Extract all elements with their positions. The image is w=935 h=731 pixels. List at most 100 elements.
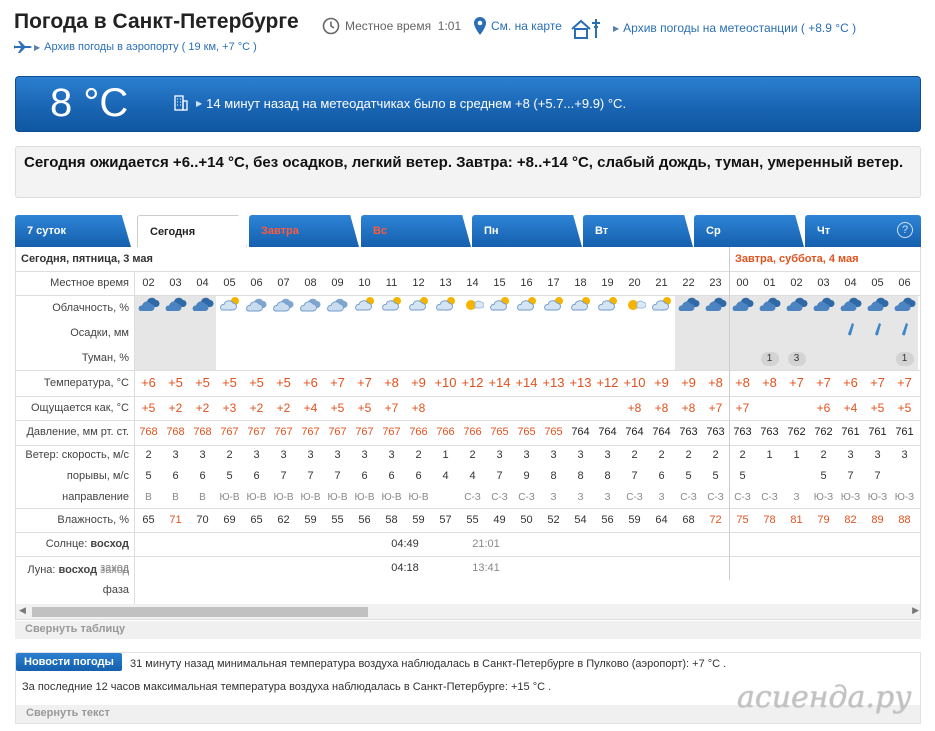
table-cell xyxy=(702,295,729,321)
station-archive-link[interactable]: ▶ Архив погоды на метеостанции ( +8.9 °C… xyxy=(570,17,856,39)
table-cell: 00 xyxy=(736,277,749,289)
table-cell: 3 xyxy=(550,449,557,461)
table-cell: 57 xyxy=(439,514,452,526)
table-cell: +4 xyxy=(303,401,318,415)
table-cell: 89 xyxy=(871,514,884,526)
label-text: Ветер: скорость, м/с xyxy=(25,449,129,461)
row-label: Давление, мм рт. ст. xyxy=(16,420,135,445)
label-text: восход xyxy=(58,564,98,576)
table-cell: +5 xyxy=(168,375,183,390)
news-tag[interactable]: Новости погоды xyxy=(16,653,122,671)
tab-7-days[interactable]: 7 суток xyxy=(15,215,131,247)
table-cell: 3 xyxy=(361,449,368,461)
label-text: Давление, мм рт. ст. xyxy=(26,426,129,438)
table-cell: 2 xyxy=(820,449,827,461)
table-cell: 2 xyxy=(226,449,233,461)
label-text: Облачность, % xyxy=(52,302,129,314)
table-cell: 765 xyxy=(517,426,536,438)
table-cell: 03 xyxy=(169,277,182,289)
table-cell: 05 xyxy=(871,277,884,289)
table-cell: 763 xyxy=(706,426,725,438)
table-cell: 3 xyxy=(577,449,584,461)
table-cell: +2 xyxy=(249,401,264,415)
table-cell: +5 xyxy=(249,375,264,390)
table-cell: +6 xyxy=(816,401,831,415)
table-cell: 767 xyxy=(382,426,401,438)
table-cell: +8 xyxy=(708,375,723,390)
table-cell xyxy=(648,295,675,321)
tab-wednesday[interactable]: Ср xyxy=(694,215,804,247)
tab-monday[interactable]: Пн xyxy=(472,215,582,247)
label-text: Ощущается как, °C xyxy=(30,402,129,414)
moon-times-label: Луна: восход заход xyxy=(16,560,129,580)
table-cell: +12 xyxy=(461,375,484,390)
tab-today[interactable]: Сегодня xyxy=(137,215,247,247)
table-cell xyxy=(432,295,459,321)
airport-archive-link[interactable]: ▶ Архив погоды в аэропорту ( 19 км, +7 °… xyxy=(14,40,257,54)
table-cell: 763 xyxy=(760,426,779,438)
table-cell: 764 xyxy=(598,426,617,438)
table-cell: +8 xyxy=(384,375,399,390)
current-weather-banner: 8 °C ▶ 14 минут назад на метеодатчиках б… xyxy=(15,76,921,132)
table-cell: 764 xyxy=(625,426,644,438)
arrow-right-icon: ▶ xyxy=(196,98,203,108)
sensor-summary-text: 14 минут назад на метеодатчиках было в с… xyxy=(206,95,627,111)
tab-tuesday[interactable]: Вт xyxy=(583,215,693,247)
table-cell xyxy=(810,295,837,321)
horizontal-scrollbar[interactable]: ◀ ▶ xyxy=(16,604,920,619)
collapse-table-button[interactable]: Свернуть таблицу xyxy=(15,621,921,639)
page-title: Погода в Санкт-Петербурге xyxy=(14,10,299,33)
table-cell: 768 xyxy=(166,426,185,438)
table-cell: 763 xyxy=(733,426,752,438)
table-cell xyxy=(783,295,810,321)
table-cell: З xyxy=(550,492,557,503)
scroll-right-icon[interactable]: ▶ xyxy=(912,605,919,616)
table-cell: 767 xyxy=(301,426,320,438)
table-cell: Ю-В xyxy=(300,492,321,503)
table-cell: 06 xyxy=(898,277,911,289)
help-icon[interactable]: ? xyxy=(897,222,913,238)
overcast-icon xyxy=(705,297,726,311)
table-cell: 02 xyxy=(142,277,155,289)
table-cell: 1 xyxy=(442,449,449,461)
map-link[interactable]: См. на карте xyxy=(474,17,562,35)
table-cell: 2 xyxy=(658,449,665,461)
local-time-value: 1:01 xyxy=(437,19,462,33)
table-cell: +8 xyxy=(681,401,696,415)
table-cell: +4 xyxy=(843,401,858,415)
table-cell: 12 xyxy=(412,277,425,289)
news-line: За последние 12 часов максимальная темпе… xyxy=(22,681,552,693)
scroll-left-icon[interactable]: ◀ xyxy=(19,605,26,616)
label-text: Влажность, % xyxy=(57,514,129,526)
airplane-icon xyxy=(14,40,32,54)
table-cell xyxy=(891,321,918,346)
today-date-header: Сегодня, пятница, 3 мая xyxy=(21,253,153,265)
table-cell: 5 xyxy=(712,470,719,482)
table-cell: 72 xyxy=(709,514,722,526)
row-label: Местное время xyxy=(16,271,135,295)
table-cell: 764 xyxy=(652,426,671,438)
table-cell xyxy=(405,295,432,321)
moon-label: Луна: восход заход фаза xyxy=(16,556,129,600)
table-cell: 763 xyxy=(679,426,698,438)
table-cell xyxy=(864,321,891,346)
row-label: Луна: восход заход фаза xyxy=(16,556,135,604)
table-cell xyxy=(297,295,324,321)
scrollbar-thumb[interactable] xyxy=(32,607,368,617)
table-cell: С-З xyxy=(464,492,481,503)
partly-cloudy-icon xyxy=(597,297,617,311)
table-cell: 17 xyxy=(547,277,560,289)
table-cell: +5 xyxy=(330,401,345,415)
airport-archive-label[interactable]: Архив погоды в аэропорту ( 19 км, +7 °C … xyxy=(44,41,257,53)
station-archive-label[interactable]: Архив погоды на метеостанции ( +8.9 °C ) xyxy=(623,21,856,35)
map-pin-icon xyxy=(474,17,486,35)
tab-sunday[interactable]: Вс xyxy=(361,215,471,247)
table-cell: С-З xyxy=(626,492,643,503)
table-cell: 766 xyxy=(463,426,482,438)
table-cell: 3 xyxy=(253,449,260,461)
forecast-summary: Сегодня ожидается +6..+14 °C, без осадко… xyxy=(15,146,921,198)
tab-tomorrow[interactable]: Завтра xyxy=(249,215,359,247)
map-link-label[interactable]: См. на карте xyxy=(491,19,562,33)
table-cell xyxy=(378,295,405,321)
table-cell: 23 xyxy=(709,277,722,289)
